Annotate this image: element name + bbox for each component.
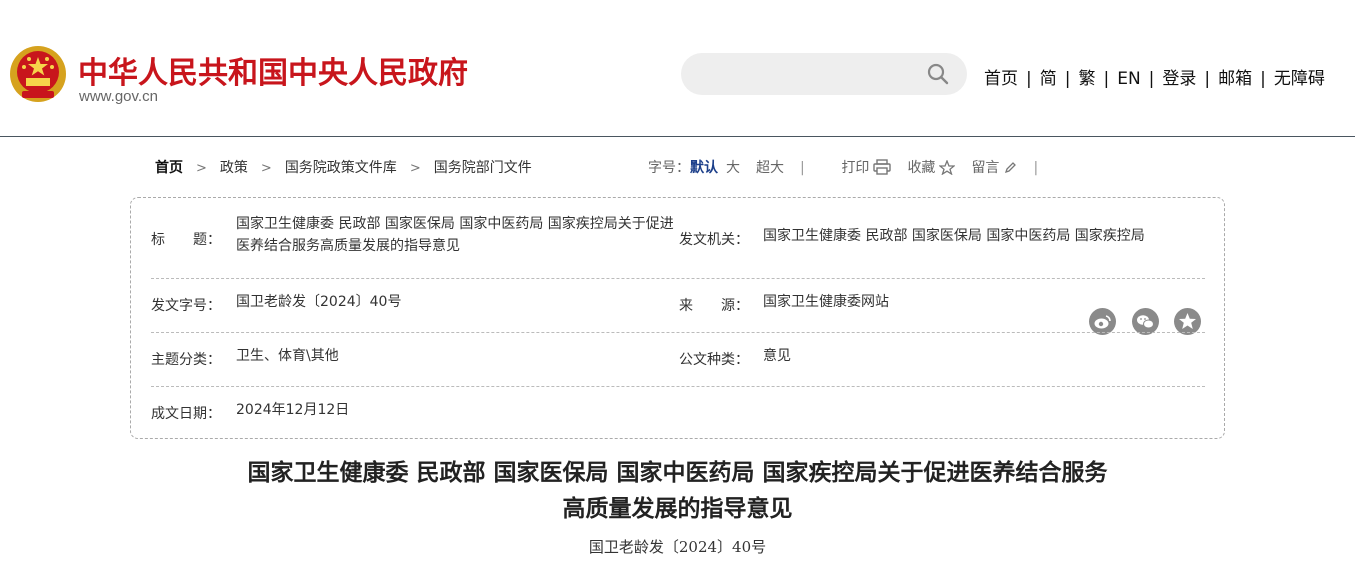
source-label: 来 源： xyxy=(679,298,749,314)
page-tools: 字号：默认大超大||打印收藏留言| xyxy=(648,157,1054,177)
info-row: 标 题： 国家卫生健康委 民政部 国家医保局 国家中医药局 国家疾控局关于促进医… xyxy=(151,198,1205,279)
breadcrumb-policy[interactable]: 政策 xyxy=(220,157,248,177)
national-emblem-icon[interactable] xyxy=(8,44,68,108)
printer-icon xyxy=(873,159,892,175)
divider: | xyxy=(800,160,805,176)
chevron-right-icon: > xyxy=(260,161,272,176)
divider: | xyxy=(1033,160,1039,176)
title-label: 标 题： xyxy=(151,232,221,248)
breadcrumb: 首页 > 政策 > 国务院政策文件库 > 国务院部门文件 xyxy=(155,157,532,177)
topic-label: 主题分类： xyxy=(151,352,221,368)
chevron-right-icon: > xyxy=(196,161,207,176)
nav-separator: | xyxy=(1064,69,1071,89)
site-header: 中华人民共和国中央人民政府 www.gov.cn 首页 | 简 | 繁 | EN | 登录 | 邮箱… xyxy=(0,0,1355,137)
nav-separator: | xyxy=(1026,69,1032,89)
nav-simplified[interactable]: 简 xyxy=(1040,69,1057,89)
nav-accessibility[interactable]: 无障碍 xyxy=(1274,69,1325,89)
pencil-icon xyxy=(1005,162,1017,174)
title-value: 国家卫生健康委 民政部 国家医保局 国家中医药局 国家疾控局关于促进医养结合服务… xyxy=(236,216,674,254)
favorite-label: 收藏 xyxy=(907,160,936,176)
site-name[interactable]: 中华人民共和国中央人民政府 xyxy=(78,48,468,92)
nav-mail[interactable]: 邮箱 xyxy=(1218,69,1252,89)
source-value: 国家卫生健康委网站 xyxy=(763,294,889,310)
font-size-label: 字号： xyxy=(648,160,690,176)
nav-login[interactable]: 登录 xyxy=(1162,69,1196,89)
nav-english[interactable]: EN xyxy=(1117,69,1140,89)
comment-button[interactable]: 留言 xyxy=(971,160,1017,176)
nav-home[interactable]: 首页 xyxy=(984,69,1018,89)
star-icon xyxy=(939,160,956,175)
breadcrumb-department-docs[interactable]: 国务院部门文件 xyxy=(434,157,532,177)
nav-traditional[interactable]: 繁 xyxy=(1078,69,1095,89)
date-label: 成文日期： xyxy=(151,406,221,422)
nav-separator: | xyxy=(1204,69,1211,89)
article-title-line: 国家卫生健康委 民政部 国家医保局 国家中医药局 国家疾控局关于促进医养结合服务 xyxy=(247,459,1108,486)
favorite-button[interactable]: 收藏 xyxy=(907,160,956,176)
search-input[interactable] xyxy=(681,53,967,95)
info-row: 成文日期： 2024年12月12日 xyxy=(151,386,1205,436)
breadcrumb-policy-library[interactable]: 国务院政策文件库 xyxy=(285,157,397,177)
font-size-xlarge[interactable]: 超大 xyxy=(756,160,784,176)
font-size-default[interactable]: 默认 xyxy=(690,160,718,176)
article-doc-number: 国卫老龄发〔2024〕40号 xyxy=(588,538,767,556)
toolbar: 首页>政策>国务院政策文件库>国务院部门文件 字号：默认大超大||打印收藏留言| xyxy=(0,155,1355,335)
top-nav: 首页 | 简 | 繁 | EN | 登录 | 邮箱 | 无障碍 xyxy=(984,64,1325,89)
search-icon[interactable] xyxy=(927,63,949,85)
article-title-line: 高质量发展的指导意见 xyxy=(562,495,793,522)
date-value: 2024年12月12日 xyxy=(236,402,350,418)
issuer-value: 国家卫生健康委 民政部 国家医保局 国家中医药局 国家疾控局 xyxy=(763,228,1145,244)
print-label: 打印 xyxy=(841,160,870,176)
site-url[interactable]: www.gov.cn xyxy=(79,88,158,105)
nav-separator: | xyxy=(1148,69,1155,89)
doctype-value: 意见 xyxy=(763,348,791,364)
print-button[interactable]: 打印 xyxy=(841,159,892,176)
font-size-large[interactable]: 大 xyxy=(726,160,740,176)
nav-separator: | xyxy=(1103,69,1110,89)
article-title: 国家卫生健康委 民政部 国家医保局 国家中医药局 国家疾控局关于促进医养结合服务… xyxy=(0,455,1355,527)
document-info-box: 标 题： 国家卫生健康委 民政部 国家医保局 国家中医药局 国家疾控局关于促进医… xyxy=(130,197,1225,439)
info-row: 发文字号： 国卫老龄发〔2024〕40号 来 源： 国家卫生健康委网站 xyxy=(151,278,1205,333)
comment-label: 留言 xyxy=(971,160,1000,176)
docno-value: 国卫老龄发〔2024〕40号 xyxy=(236,294,402,310)
doctype-label: 公文种类： xyxy=(679,352,749,368)
issuer-label: 发文机关： xyxy=(679,232,749,248)
nav-separator: | xyxy=(1260,69,1266,89)
breadcrumb-home[interactable]: 首页 xyxy=(155,157,183,177)
info-row: 主题分类： 卫生、体育\其他 公文种类： 意见 xyxy=(151,332,1205,387)
topic-value: 卫生、体育\其他 xyxy=(236,348,339,364)
docno-label: 发文字号： xyxy=(151,298,221,314)
chevron-right-icon: > xyxy=(409,161,421,176)
